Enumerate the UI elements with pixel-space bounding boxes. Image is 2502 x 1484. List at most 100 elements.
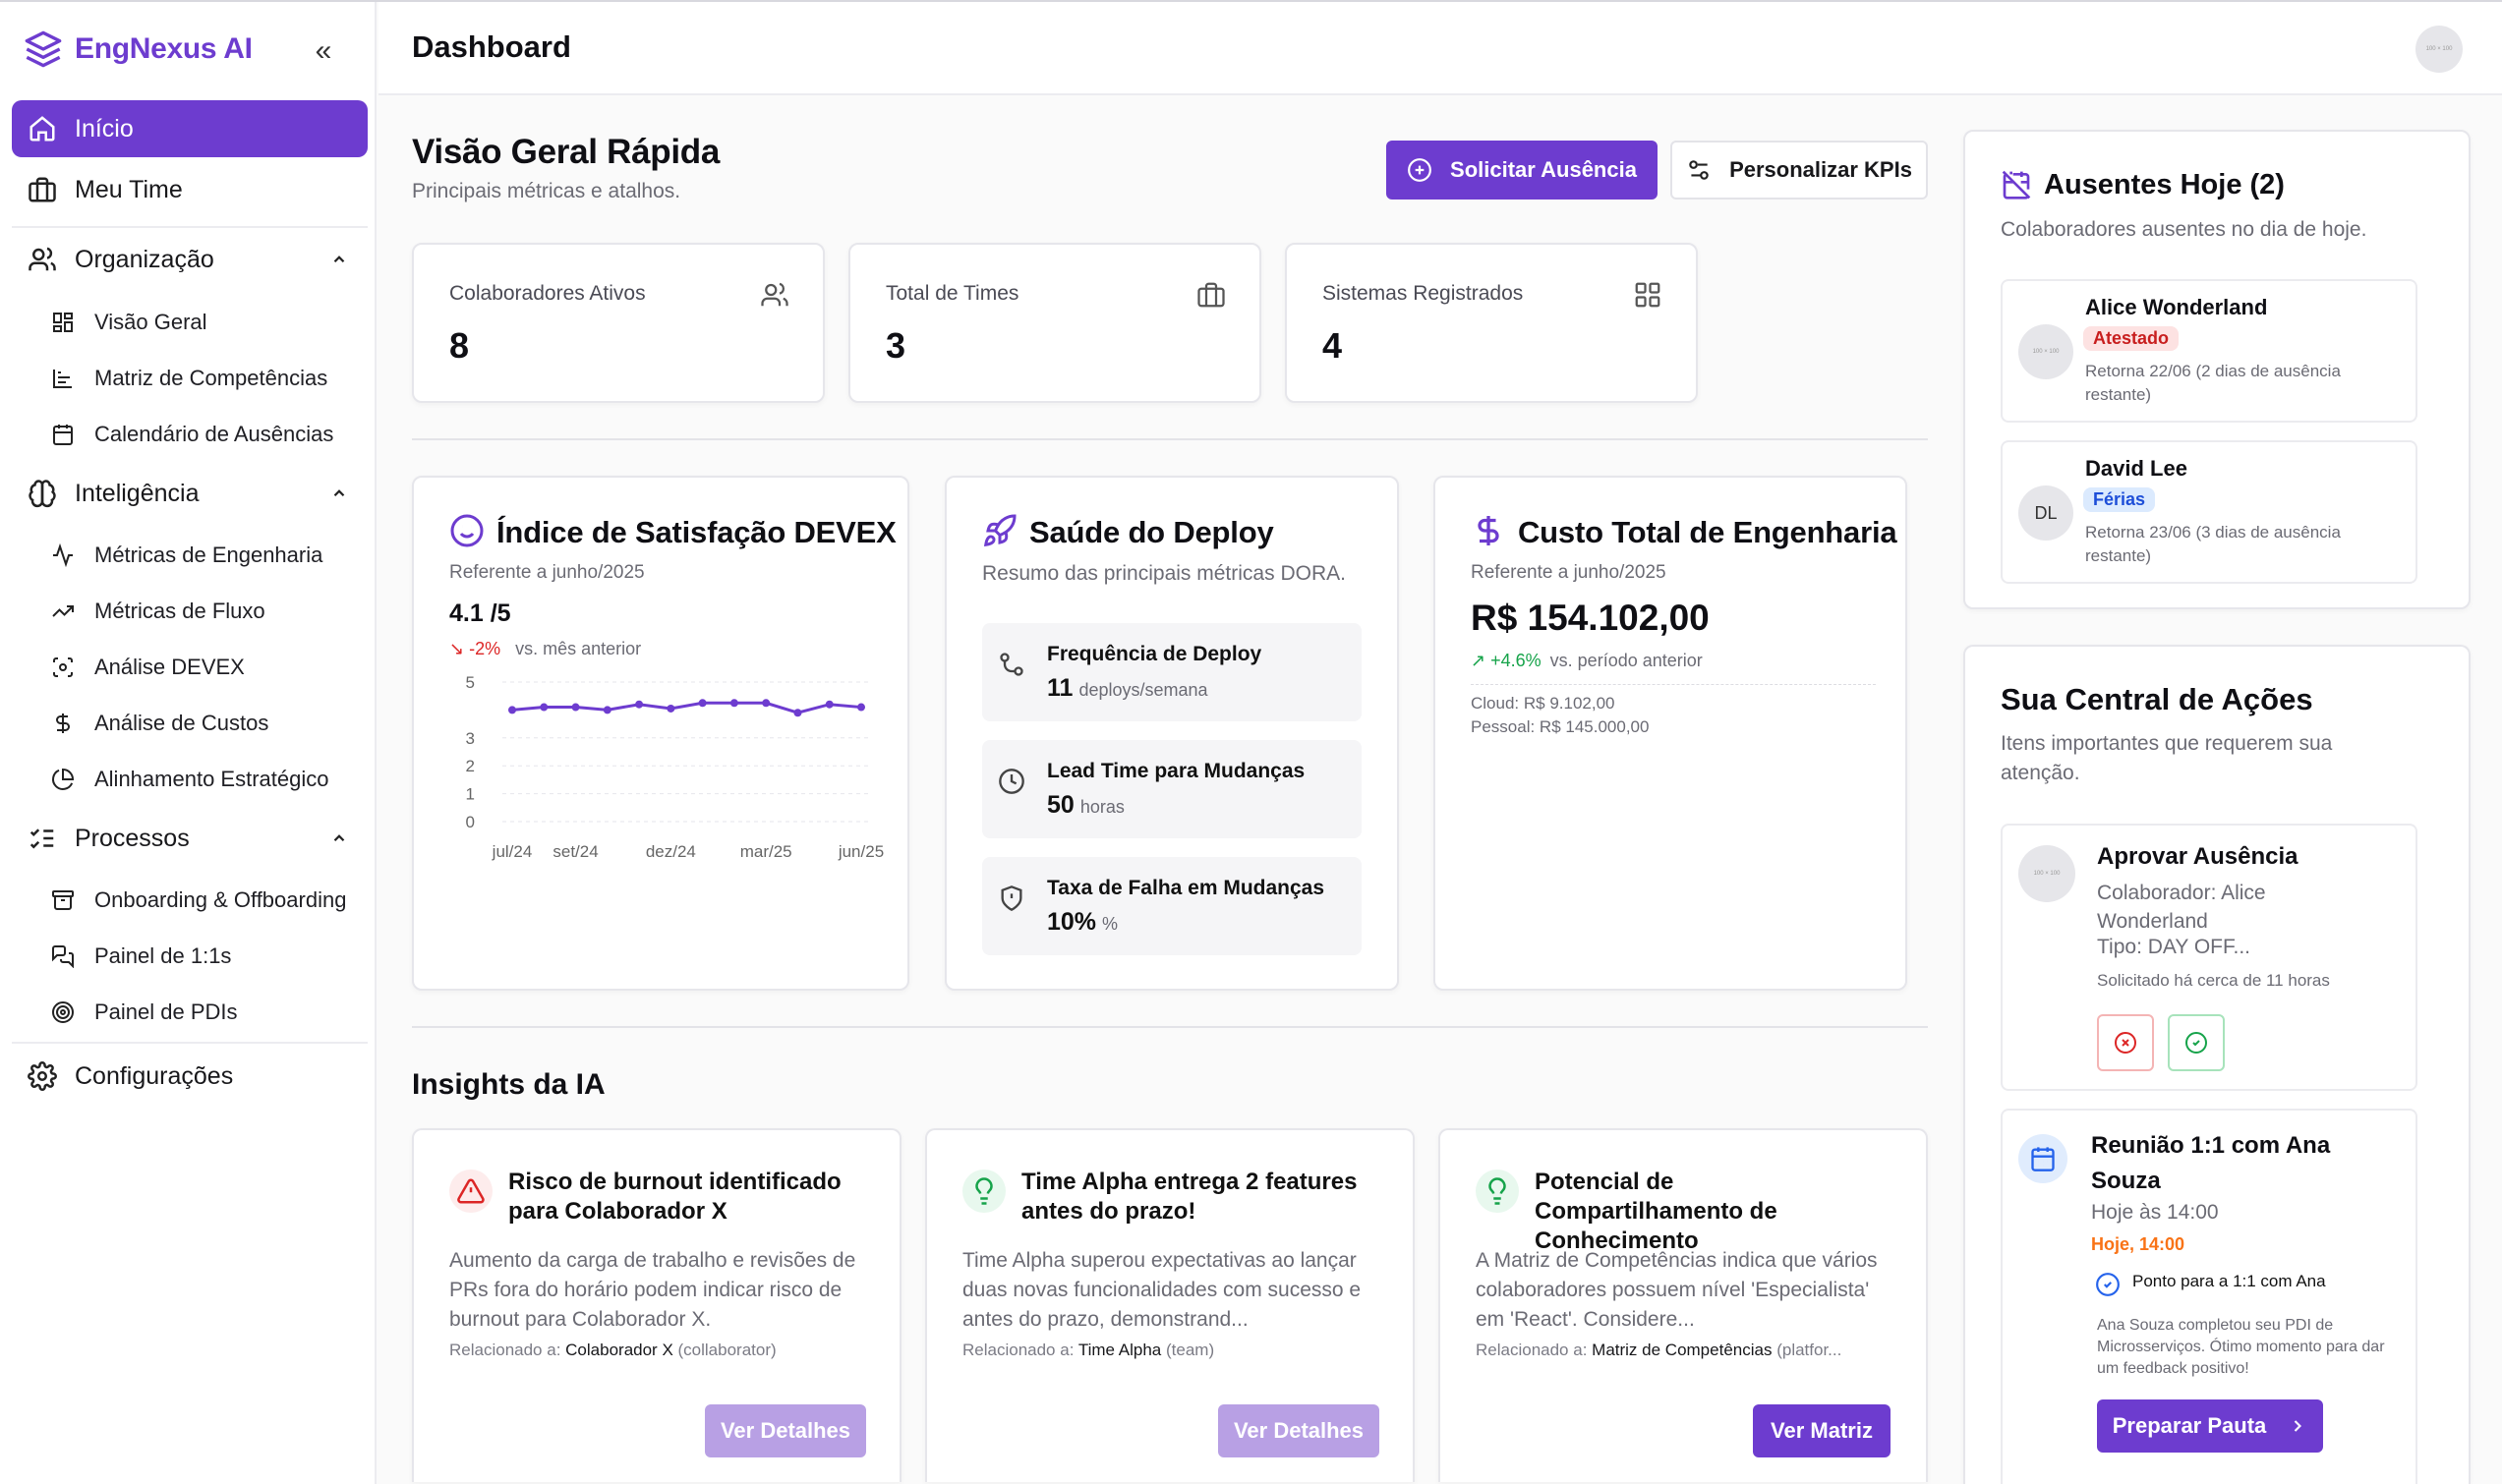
nav-calendario-ausencias[interactable]: Calendário de Ausências: [51, 413, 366, 456]
nav-configuracoes[interactable]: Configurações: [12, 1048, 368, 1105]
engineering-cost-card[interactable]: Custo Total de Engenharia Referente a ju…: [1433, 476, 1907, 991]
meeting-when: Hoje às 14:00: [2091, 1201, 2219, 1224]
shield-alert-icon: [1001, 885, 1022, 911]
messages-icon: [52, 945, 74, 968]
section-divider: [412, 1026, 1928, 1028]
nav-metricas-fluxo[interactable]: Métricas de Fluxo: [51, 590, 366, 633]
metric-title: Frequência de Deploy: [1047, 643, 1262, 665]
collapse-sidebar-icon[interactable]: «: [311, 31, 336, 71]
prepare-agenda-button[interactable]: Preparar Pauta: [2097, 1399, 2323, 1453]
absent-person[interactable]: 100 × 100 Alice Wonderland Atestado Reto…: [2001, 279, 2417, 423]
devex-delta-row: ↘ -2% vs. mês anterior: [449, 639, 641, 659]
metric-value-row: 11 deploys/semana: [1047, 674, 1208, 703]
briefcase-icon: [1197, 282, 1225, 308]
meeting-point: Ponto para a 1:1 com Ana: [2132, 1272, 2326, 1290]
insight-related: Relacionado a: Colaborador X (collaborat…: [449, 1341, 882, 1360]
users-icon: [29, 247, 56, 271]
metric-lead-time[interactable]: Lead Time para Mudanças 50 horas: [982, 740, 1362, 838]
reject-button[interactable]: [2097, 1014, 2154, 1071]
user-avatar[interactable]: 100 × 100: [2415, 26, 2463, 73]
nav-inteligencia[interactable]: Inteligência: [12, 465, 368, 522]
section-divider: [412, 438, 1928, 440]
request-absence-button[interactable]: Solicitar Ausência: [1386, 141, 1658, 200]
dollar-icon: [56, 713, 70, 733]
avatar: 100 × 100: [2018, 324, 2073, 379]
absent-person[interactable]: DL David Lee Férias Retorna 23/06 (3 dia…: [2001, 440, 2417, 584]
data-point: [508, 706, 516, 714]
deploy-health-card[interactable]: Saúde do Deploy Resumo das principais mé…: [945, 476, 1399, 991]
view-matrix-button[interactable]: Ver Matriz: [1753, 1404, 1891, 1457]
related-label: Relacionado a:: [962, 1341, 1075, 1359]
metric-value-row: 10%%: [1047, 908, 1118, 937]
kpi-card-systems[interactable]: Sistemas Registrados 4: [1285, 243, 1698, 403]
nav-matriz-competencias[interactable]: Matriz de Competências: [51, 357, 366, 400]
absent-subtitle: Colaboradores ausentes no dia de hoje.: [2001, 218, 2367, 241]
meeting-item[interactable]: Reunião 1:1 com Ana Souza Hoje às 14:00 …: [2001, 1109, 2417, 1484]
nav-alinhamento-estrategico[interactable]: Alinhamento Estratégico: [51, 758, 366, 801]
sidebar-divider: [12, 1042, 368, 1044]
kpi-card-teams[interactable]: Total de Times 3: [848, 243, 1261, 403]
nav-onboarding[interactable]: Onboarding & Offboarding: [51, 879, 366, 922]
view-details-button[interactable]: Ver Detalhes: [1218, 1404, 1379, 1457]
data-point: [571, 703, 580, 712]
calendar-icon: [2031, 1147, 2055, 1171]
sidebar-divider: [12, 226, 368, 228]
nav-visao-geral[interactable]: Visão Geral: [51, 301, 366, 344]
briefcase-icon: [29, 177, 56, 202]
check-circle-icon: [2185, 1032, 2207, 1054]
rocket-icon: [983, 514, 1017, 547]
absent-title: Ausentes Hoje (2): [2044, 169, 2285, 200]
devex-reference: Referente a junho/2025: [449, 562, 645, 583]
page-title: Dashboard: [412, 29, 571, 64]
nav-analise-custos[interactable]: Análise de Custos: [51, 702, 366, 745]
metric-title: Taxa de Falha em Mudanças: [1047, 877, 1325, 899]
check-circle-icon: [2096, 1273, 2120, 1296]
cost-delta: +4.6%: [1490, 651, 1542, 670]
cost-value: R$ 154.102,00: [1471, 598, 1710, 638]
view-details-button[interactable]: Ver Detalhes: [705, 1404, 866, 1457]
related-name[interactable]: Time Alpha: [1078, 1341, 1161, 1359]
nav-painel-pdis[interactable]: Painel de PDIs: [51, 991, 366, 1034]
nav-inteligencia-label: Inteligência: [75, 479, 200, 507]
insight-title: Time Alpha entrega 2 features antes do p…: [1021, 1169, 1358, 1225]
devex-line-chart[interactable]: 0 1 2 3 5 jul/24 set/24 dez/24 mar/25 jun/25: [414, 664, 907, 900]
nav-analise-devex[interactable]: Análise DEVEX: [51, 646, 366, 689]
nav-inicio[interactable]: Início: [12, 100, 368, 157]
lightbulb-icon: [975, 1177, 993, 1205]
scan-icon: [53, 657, 73, 677]
nav-painel-1on1[interactable]: Painel de 1:1s: [51, 935, 366, 978]
person-name: Alice Wonderland: [2085, 295, 2268, 319]
cost-title: Custo Total de Engenharia: [1518, 515, 1897, 549]
customize-kpis-button[interactable]: Personalizar KPIs: [1670, 141, 1928, 200]
brand[interactable]: EngNexus AI: [24, 29, 253, 69]
approve-absence-item[interactable]: 100 × 100 Aprovar Ausência Colaborador: …: [2001, 824, 2417, 1091]
metric-value: 11: [1047, 674, 1074, 702]
metric-change-failure-rate[interactable]: Taxa de Falha em Mudanças 10%%: [982, 857, 1362, 955]
action-collaborator: Colaborador: Alice Wonderland: [2097, 882, 2266, 933]
related-label: Relacionado a:: [449, 1341, 561, 1359]
related-name[interactable]: Colaborador X: [565, 1341, 673, 1359]
dollar-icon: [1478, 516, 1499, 545]
gear-icon: [28, 1061, 57, 1091]
devex-card[interactable]: Índice de Satisfação DEVEX Referente a j…: [412, 476, 909, 991]
kpi-card-collaborators[interactable]: Colaboradores Ativos 8: [412, 243, 825, 403]
y-tick-label: 0: [466, 813, 475, 831]
insight-card-team-alpha[interactable]: Time Alpha entrega 2 features antes do p…: [925, 1128, 1415, 1482]
x-tick-label: set/24: [553, 842, 598, 861]
nav-meu-time[interactable]: Meu Time: [12, 161, 368, 218]
related-name[interactable]: Matriz de Competências: [1592, 1341, 1772, 1359]
brain-icon: [29, 480, 56, 508]
nav-metricas-engenharia[interactable]: Métricas de Engenharia: [51, 534, 366, 577]
nav-processos-label: Processos: [75, 824, 190, 852]
chevron-right-icon: [2295, 1420, 2302, 1432]
insight-card-burnout[interactable]: Risco de burnout identificado para Colab…: [412, 1128, 902, 1482]
nav-organizacao[interactable]: Organização: [12, 231, 368, 288]
absent-today-card: Ausentes Hoje (2) Colaboradores ausentes…: [1963, 130, 2471, 609]
nav-processos[interactable]: Processos: [12, 810, 368, 867]
devex-delta: -2%: [469, 639, 501, 658]
x-circle-icon: [2115, 1032, 2136, 1054]
approve-button[interactable]: [2168, 1014, 2225, 1071]
metric-deploy-frequency[interactable]: Frequência de Deploy 11 deploys/semana: [982, 623, 1362, 721]
insight-card-knowledge-sharing[interactable]: Potencial de Compartilhamento de Conheci…: [1438, 1128, 1928, 1482]
actions-subtitle: Itens importantes que requerem sua atenç…: [2001, 732, 2333, 784]
